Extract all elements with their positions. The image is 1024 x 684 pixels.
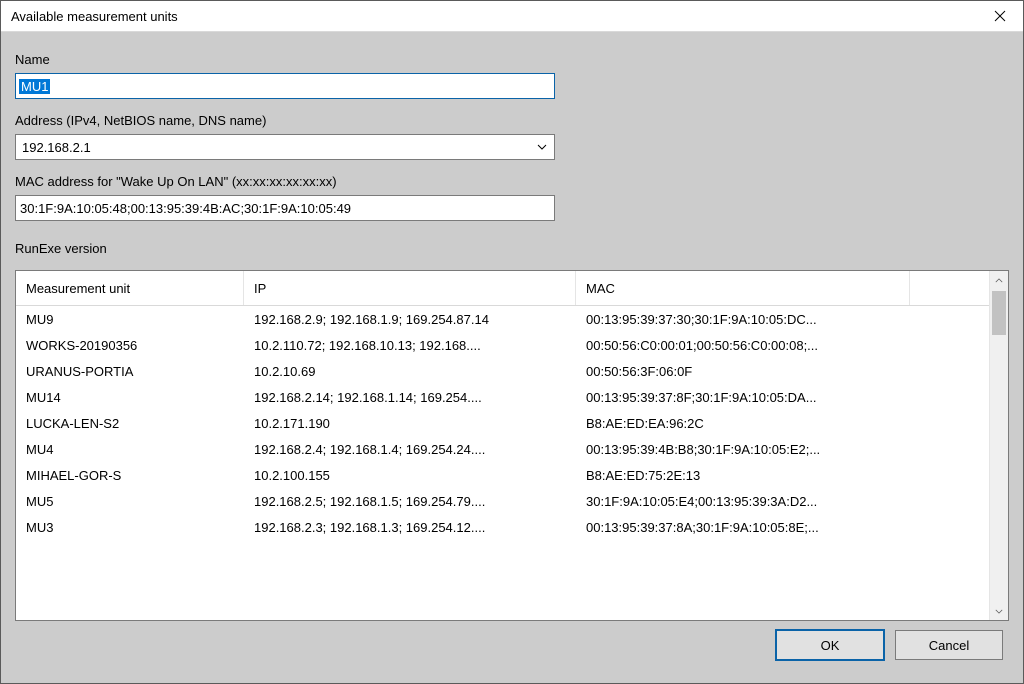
listview[interactable]: Measurement unit IP MAC MU9192.168.2.9; … [15, 270, 1009, 621]
cell-mu: MU4 [16, 442, 244, 457]
runexe-label: RunExe version [15, 241, 1009, 256]
cell-mu: LUCKA-LEN-S2 [16, 416, 244, 431]
close-button[interactable] [977, 1, 1023, 31]
cell-ip: 10.2.10.69 [244, 364, 576, 379]
cell-mu: MU9 [16, 312, 244, 327]
name-input[interactable]: MU1 [15, 73, 555, 99]
dialog-window: Available measurement units Name MU1 Add… [0, 0, 1024, 684]
cell-ip: 192.168.2.14; 192.168.1.14; 169.254.... [244, 390, 576, 405]
table-row[interactable]: WORKS-2019035610.2.110.72; 192.168.10.13… [16, 332, 989, 358]
cell-mac: 00:50:56:3F:06:0F [576, 364, 910, 379]
close-icon [994, 10, 1006, 22]
scroll-down-button[interactable] [990, 602, 1008, 620]
cell-ip: 192.168.2.3; 192.168.1.3; 169.254.12.... [244, 520, 576, 535]
chevron-down-icon [537, 144, 547, 150]
cell-mu: MU3 [16, 520, 244, 535]
column-header-mu[interactable]: Measurement unit [16, 271, 244, 305]
cell-mac: 00:13:95:39:4B:B8;30:1F:9A:10:05:E2;... [576, 442, 910, 457]
cell-mu: MU5 [16, 494, 244, 509]
cancel-button[interactable]: Cancel [895, 630, 1003, 660]
ok-button-label: OK [821, 638, 840, 653]
cell-mac: 00:50:56:C0:00:01;00:50:56:C0:00:08;... [576, 338, 910, 353]
cell-mu: WORKS-20190356 [16, 338, 244, 353]
cell-mac: B8:AE:ED:75:2E:13 [576, 468, 910, 483]
cell-ip: 10.2.110.72; 192.168.10.13; 192.168.... [244, 338, 576, 353]
cell-ip: 10.2.171.190 [244, 416, 576, 431]
window-title: Available measurement units [11, 9, 178, 24]
name-input-value: MU1 [19, 79, 50, 94]
table-row[interactable]: LUCKA-LEN-S210.2.171.190B8:AE:ED:EA:96:2… [16, 410, 989, 436]
scroll-thumb[interactable] [992, 291, 1006, 335]
address-combobox[interactable]: 192.168.2.1 [15, 134, 555, 160]
table-row[interactable]: MU3192.168.2.3; 192.168.1.3; 169.254.12.… [16, 514, 989, 540]
titlebar: Available measurement units [1, 1, 1023, 32]
dialog-content: Name MU1 Address (IPv4, NetBIOS name, DN… [1, 32, 1023, 683]
chevron-down-icon [995, 609, 1003, 614]
cell-ip: 10.2.100.155 [244, 468, 576, 483]
mac-label: MAC address for "Wake Up On LAN" (xx:xx:… [15, 174, 1009, 189]
table-row[interactable]: MU14192.168.2.14; 192.168.1.14; 169.254.… [16, 384, 989, 410]
cell-mac: 00:13:95:39:37:8A;30:1F:9A:10:05:8E;... [576, 520, 910, 535]
dialog-button-row: OK Cancel [15, 621, 1009, 669]
table-row[interactable]: URANUS-PORTIA10.2.10.6900:50:56:3F:06:0F [16, 358, 989, 384]
cell-mu: MU14 [16, 390, 244, 405]
ok-button[interactable]: OK [775, 629, 885, 661]
cell-mac: B8:AE:ED:EA:96:2C [576, 416, 910, 431]
address-label: Address (IPv4, NetBIOS name, DNS name) [15, 113, 1009, 128]
column-header-blank [910, 271, 989, 305]
scroll-track[interactable] [990, 289, 1008, 602]
cell-ip: 192.168.2.4; 192.168.1.4; 169.254.24.... [244, 442, 576, 457]
listview-header[interactable]: Measurement unit IP MAC [16, 271, 989, 306]
address-value: 192.168.2.1 [16, 140, 530, 155]
table-row[interactable]: MU9192.168.2.9; 192.168.1.9; 169.254.87.… [16, 306, 989, 332]
cell-mu: MIHAEL-GOR-S [16, 468, 244, 483]
column-header-ip[interactable]: IP [244, 271, 576, 305]
cell-mu: URANUS-PORTIA [16, 364, 244, 379]
vertical-scrollbar[interactable] [989, 271, 1008, 620]
chevron-up-icon [995, 278, 1003, 283]
listview-body[interactable]: MU9192.168.2.9; 192.168.1.9; 169.254.87.… [16, 306, 989, 620]
listview-inner: Measurement unit IP MAC MU9192.168.2.9; … [16, 271, 989, 620]
column-header-mac[interactable]: MAC [576, 271, 910, 305]
cell-ip: 192.168.2.9; 192.168.1.9; 169.254.87.14 [244, 312, 576, 327]
cell-ip: 192.168.2.5; 192.168.1.5; 169.254.79.... [244, 494, 576, 509]
table-row[interactable]: MIHAEL-GOR-S10.2.100.155B8:AE:ED:75:2E:1… [16, 462, 989, 488]
cell-mac: 00:13:95:39:37:30;30:1F:9A:10:05:DC... [576, 312, 910, 327]
cell-mac: 00:13:95:39:37:8F;30:1F:9A:10:05:DA... [576, 390, 910, 405]
mac-input[interactable] [15, 195, 555, 221]
scroll-up-button[interactable] [990, 271, 1008, 289]
combobox-arrow[interactable] [530, 135, 554, 159]
table-row[interactable]: MU4192.168.2.4; 192.168.1.4; 169.254.24.… [16, 436, 989, 462]
table-row[interactable]: MU5192.168.2.5; 192.168.1.5; 169.254.79.… [16, 488, 989, 514]
cell-mac: 30:1F:9A:10:05:E4;00:13:95:39:3A:D2... [576, 494, 910, 509]
name-label: Name [15, 52, 1009, 67]
cancel-button-label: Cancel [929, 638, 969, 653]
